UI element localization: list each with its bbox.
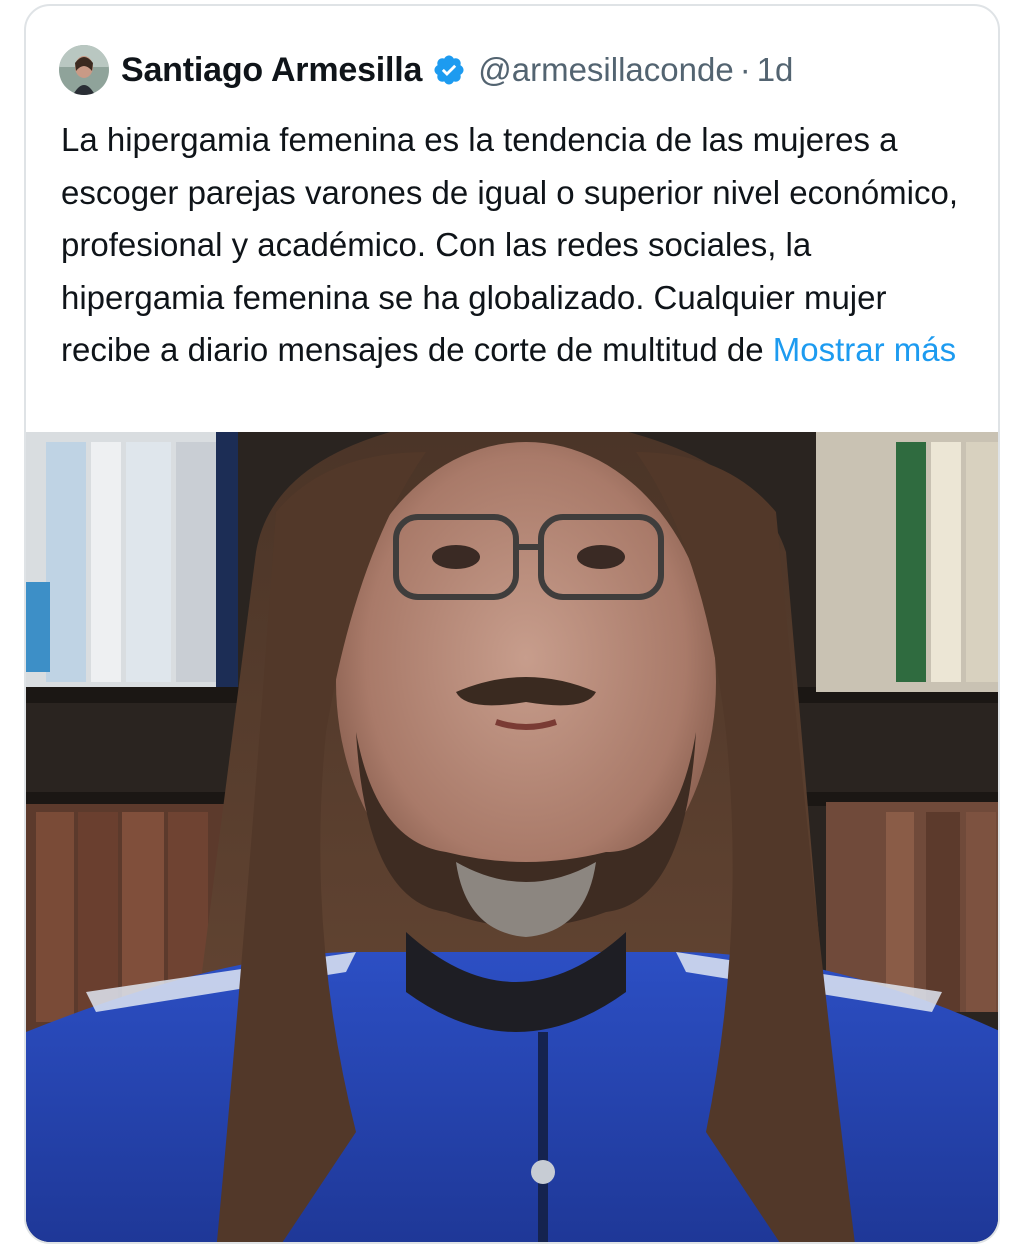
author-handle[interactable]: @armesillaconde bbox=[478, 51, 733, 89]
author-name[interactable]: Santiago Armesilla bbox=[121, 51, 422, 90]
tweet-header: Santiago Armesilla @armesillaconde · 1d bbox=[59, 40, 793, 100]
verified-badge-icon bbox=[434, 55, 464, 85]
show-more-link[interactable]: Mostrar más bbox=[773, 331, 956, 368]
tweet-text: La hipergamia femenina es la tendencia d… bbox=[61, 114, 981, 377]
tweet-media-image[interactable] bbox=[26, 412, 998, 1242]
separator-dot: · bbox=[739, 51, 751, 88]
avatar[interactable] bbox=[59, 45, 109, 95]
media-photo bbox=[26, 412, 998, 1242]
quoted-tweet-card[interactable]: Santiago Armesilla @armesillaconde · 1d … bbox=[24, 4, 1000, 1244]
timestamp[interactable]: 1d bbox=[757, 51, 794, 89]
